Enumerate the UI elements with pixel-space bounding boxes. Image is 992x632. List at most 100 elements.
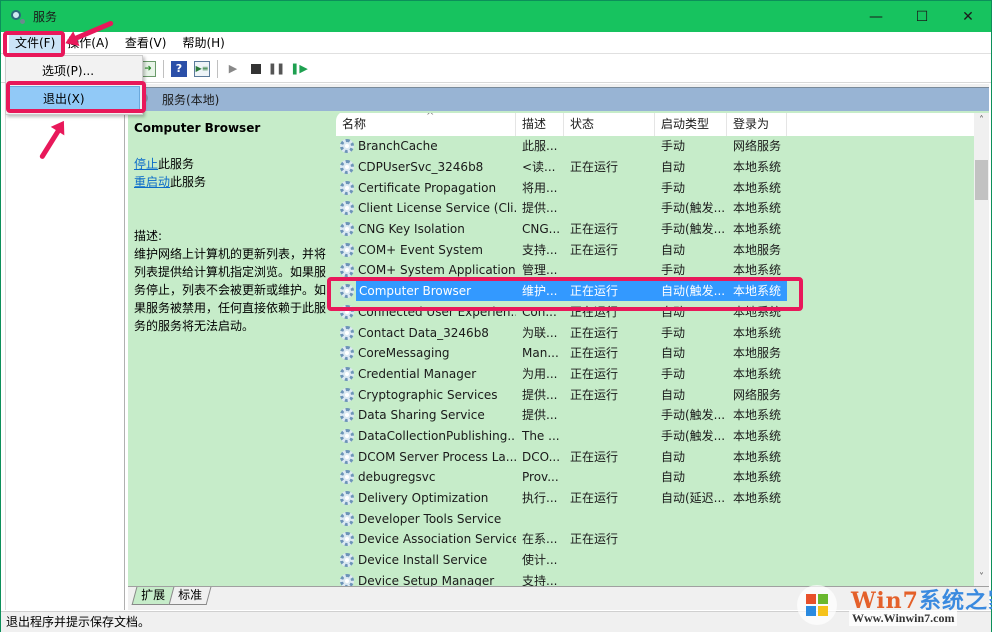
minimize-button[interactable]: — [853,1,899,32]
service-description: 维护网络上计算机的更新列表，并将列表提供给计算机指定浏览。如果服务停止，列表不会… [134,247,327,333]
vertical-scrollbar[interactable]: ˄ ˅ [974,113,989,586]
service-status-cell: 正在运行 [570,325,619,340]
windows-logo-icon [797,585,837,625]
watermark-url: Www.Winwin7.com [849,611,958,626]
start-service-icon[interactable]: ▶ [225,61,241,77]
service-gear-icon [340,491,354,506]
pane-header: 服务(本地) [128,87,989,111]
pause-service-icon[interactable]: ❚❚ [268,61,285,77]
list-header: 名称 ^ 描述 状态 启动类型 登录为 [336,113,974,136]
service-startup-type-cell: 手动(触发... [661,408,726,423]
menu-bar: 文件(F) 操作(A) 查看(V) 帮助(H) [1,32,991,54]
service-name: Device Setup Manager [358,573,495,586]
service-name: DataCollectionPublishing... [358,428,516,443]
scroll-up-icon[interactable]: ˄ [974,113,989,129]
stop-service-icon[interactable] [251,63,261,74]
service-row[interactable]: Cryptographic Services 提供... 正在运行 自动 网络服务 [336,384,974,405]
stop-service-link[interactable]: 停止 [134,157,158,171]
service-name-cell: COM+ System Application [336,260,516,280]
service-startup-type-cell: 自动 [661,449,686,464]
service-description-cell: 提供... [522,387,558,402]
column-header-name[interactable]: 名称 ^ [336,113,516,136]
service-startup-type-cell: 自动 [661,346,686,361]
service-gear-icon [340,180,354,195]
resume-service-icon[interactable]: ❚▶ [290,61,308,77]
tab-extended[interactable]: 扩展 [131,587,175,605]
service-row[interactable]: COM+ Event System 支持... 正在运行 自动 本地服务 [336,239,974,260]
column-header-status[interactable]: 状态 [564,113,655,136]
service-name-cell: CNG Key Isolation [336,219,516,239]
column-header-description[interactable]: 描述 [516,113,564,136]
service-name-cell: Device Association Service [336,529,516,549]
service-row-selected[interactable]: Computer Browser 维护... 正在运行 自动(触发... 本地系统 [336,281,974,302]
console-tree-pane[interactable] [5,84,125,610]
service-row[interactable]: BranchCache 此服... 手动 网络服务 [336,136,974,157]
service-row[interactable]: CDPUserSvc_3246b8 <读... 正在运行 自动 本地系统 [336,157,974,178]
service-gear-icon [340,511,354,526]
show-hide-console-tree-icon[interactable]: ▶≡ [194,60,210,77]
service-description-cell: CNG... [522,222,561,237]
service-row[interactable]: Delivery Optimization 执行... 正在运行 自动(延迟... 本地… [336,488,974,509]
service-row[interactable]: Developer Tools Service [336,508,974,529]
service-row[interactable]: Client License Service (Cli... 提供... 手动(触发… [336,198,974,219]
service-name: CNG Key Isolation [358,222,465,237]
service-status-cell: 正在运行 [570,387,619,402]
service-gear-icon [340,366,354,381]
service-logon-cell: 本地系统 [733,325,782,340]
maximize-icon: ☐ [915,8,929,25]
service-description-cell: 在系... [522,532,558,547]
menu-item-exit[interactable]: 退出(X) [8,86,140,110]
service-row[interactable]: Credential Manager 为用... 正在运行 手动 本地系统 [336,364,974,385]
close-button[interactable]: ✕ [945,1,991,32]
toolbar-separator [163,59,164,78]
menu-help[interactable]: 帮助(H) [176,33,230,53]
sort-ascending-icon: ^ [426,113,435,122]
service-logon-cell: 本地系统 [733,180,782,195]
service-gear-icon [340,201,354,216]
service-row[interactable]: Contact Data_3246b8 为联... 正在运行 手动 本地系统 [336,322,974,343]
service-status-cell: 正在运行 [570,160,619,175]
help-icon[interactable]: ? [171,60,187,77]
service-startup-type-cell: 自动(延迟... [661,491,726,506]
service-gear-icon [340,304,354,319]
toolbar: ➜ ? ▶≡ ▶ ❚❚ ❚▶ [1,55,991,83]
service-logon-cell: 本地系统 [733,408,782,423]
menu-item-options[interactable]: 选项(P)... [8,59,140,83]
scroll-thumb[interactable] [975,160,988,200]
service-row[interactable]: Connected User Experien... Con... 正在运行 自动 本地… [336,302,974,323]
column-header-startup-type[interactable]: 启动类型 [655,113,727,136]
service-logon-cell: 本地服务 [733,346,782,361]
menu-file[interactable]: 文件(F) [9,32,62,53]
window-title: 服务 [33,10,58,24]
minimize-icon: — [869,8,883,25]
service-name: Cryptographic Services [358,387,498,402]
service-row[interactable]: CNG Key Isolation CNG... 正在运行 手动(触发... 本地系统 [336,219,974,240]
service-name-cell: Device Install Service [336,550,516,570]
service-row[interactable]: CoreMessaging Man... 正在运行 自动 本地服务 [336,343,974,364]
service-startup-type-cell: 手动(触发... [661,201,726,216]
service-logon-cell: 本地服务 [733,242,782,257]
service-logon-cell: 网络服务 [733,139,782,154]
menu-view[interactable]: 查看(V) [119,33,173,53]
service-logon-cell: 网络服务 [733,387,782,402]
column-header-log-on-as[interactable]: 登录为 [727,113,787,136]
service-description-cell: 执行... [522,491,558,506]
restart-service-link[interactable]: 重启动 [134,175,170,189]
service-description-cell: 维护... [516,281,564,302]
service-gear-icon [340,160,354,175]
service-row[interactable]: Certificate Propagation 将用... 手动 本地系统 [336,177,974,198]
service-name-cell: Data Sharing Service [336,405,516,425]
service-row[interactable]: Data Sharing Service 提供... 手动(触发... 本地系统 [336,405,974,426]
service-name-cell: CoreMessaging [336,343,516,363]
tab-standard[interactable]: 标准 [168,587,212,605]
service-row[interactable]: DataCollectionPublishing... The ... 手动(触发.… [336,426,974,447]
service-row[interactable]: Device Association Service 在系... 正在运行 [336,529,974,550]
main-pane: 服务(本地) Computer Browser 停止此服务 重启动此服务 描述:… [128,84,989,610]
service-row[interactable]: COM+ System Application 管理... 手动 本地系统 [336,260,974,281]
service-row[interactable]: DCOM Server Process La... DCO... 正在运行 自动 本地系… [336,446,974,467]
service-logon-cell: 本地系统 [733,201,782,216]
maximize-button[interactable]: ☐ [899,1,945,32]
service-row[interactable]: debugregsvc Prov... 自动 本地系统 [336,467,974,488]
service-row[interactable]: Device Install Service 使计... [336,550,974,571]
service-logon-cell: 本地系统 [733,160,782,175]
